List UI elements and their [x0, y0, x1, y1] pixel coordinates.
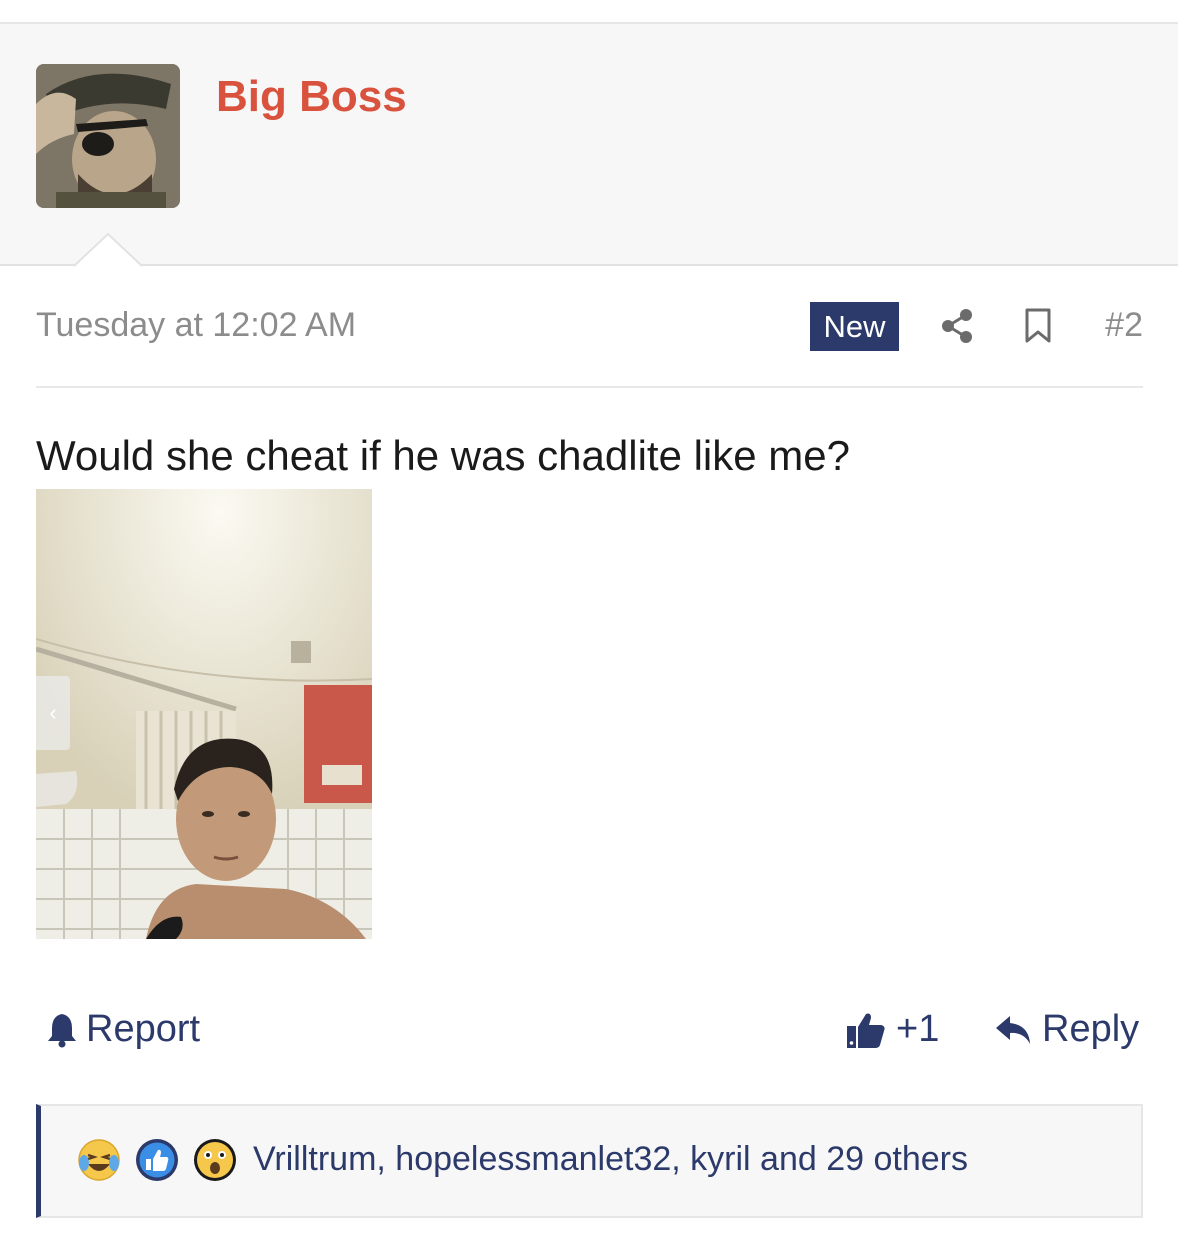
- like-count: +1: [896, 1008, 940, 1050]
- gallery-prev-button[interactable]: ‹: [36, 676, 70, 750]
- post-number-link[interactable]: #2: [1105, 306, 1143, 345]
- reply-arrow-icon: [996, 1015, 1030, 1044]
- report-label: Report: [86, 1008, 201, 1050]
- reactions-bar[interactable]: Vrilltrum, hopelessmanlet32, kyril and 2…: [36, 1104, 1143, 1218]
- avatar-portrait-icon: [36, 64, 180, 208]
- reaction-users-list[interactable]: Vrilltrum, hopelessmanlet32, kyril and 2…: [253, 1140, 968, 1179]
- username[interactable]: Big Boss: [216, 72, 407, 122]
- reply-button[interactable]: Reply: [994, 1008, 1139, 1051]
- post-timestamp[interactable]: Tuesday at 12:02 AM: [36, 306, 356, 345]
- reaction-icons: [75, 1136, 239, 1184]
- laughing-crying-icon: [78, 1139, 120, 1181]
- bell-icon: [48, 1013, 76, 1047]
- new-badge: New: [810, 302, 899, 351]
- thumbs-up-icon: [847, 1013, 885, 1048]
- avatar[interactable]: [36, 64, 180, 208]
- wow-icon: [194, 1139, 236, 1181]
- reply-label: Reply: [1042, 1008, 1140, 1050]
- bookmark-icon[interactable]: [1023, 308, 1053, 349]
- post-author-block: Big Boss: [0, 22, 1178, 266]
- meta-divider: [36, 386, 1143, 388]
- post-attached-photo[interactable]: [36, 489, 372, 939]
- forum-post-page: Big Boss Tuesday at 12:02 AM New #2 Woul…: [0, 0, 1178, 1251]
- like-button[interactable]: +1: [846, 1008, 939, 1051]
- post-body-text: Would she cheat if he was chadlite like …: [36, 432, 850, 479]
- report-button[interactable]: Report: [46, 1008, 200, 1051]
- like-icon: [136, 1139, 178, 1181]
- post-meta-row: Tuesday at 12:02 AM New #2: [36, 296, 1143, 360]
- share-icon[interactable]: [939, 308, 975, 349]
